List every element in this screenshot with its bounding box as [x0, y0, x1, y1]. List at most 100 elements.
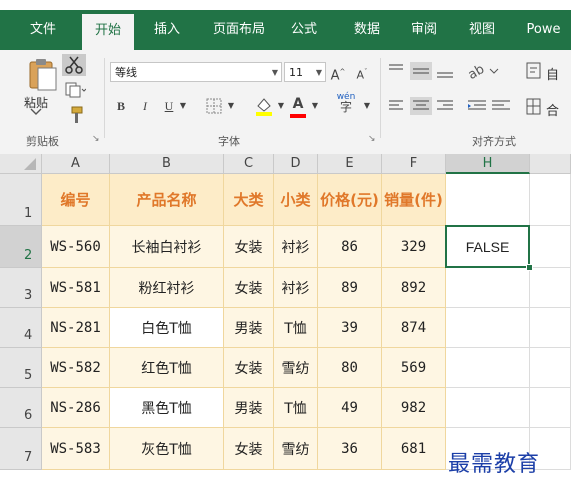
- indent-icons[interactable]: [466, 96, 514, 118]
- header-product-name[interactable]: 产品名称: [110, 174, 224, 226]
- header-subcategory[interactable]: 小类: [274, 174, 318, 226]
- tab-4[interactable]: 公式: [282, 10, 326, 50]
- select-all-corner[interactable]: [0, 154, 42, 174]
- cell-price[interactable]: 86: [318, 226, 382, 268]
- format-painter-icon[interactable]: [64, 106, 84, 124]
- underline-button[interactable]: U: [162, 96, 176, 116]
- cell-category[interactable]: 女装: [224, 268, 274, 308]
- cell-empty[interactable]: [530, 388, 571, 428]
- paste-dropdown-icon[interactable]: [30, 108, 42, 116]
- row-header-5[interactable]: 5: [0, 348, 42, 388]
- cell-price[interactable]: 49: [318, 388, 382, 428]
- cell-product-name[interactable]: 红色T恤: [110, 348, 224, 388]
- font-name-combo[interactable]: 等线 ▼: [110, 62, 282, 82]
- cell-category[interactable]: 男装: [224, 308, 274, 348]
- wrap-text-label[interactable]: 自: [546, 64, 559, 83]
- cell-quantity[interactable]: 982: [382, 388, 446, 428]
- shrink-font-button[interactable]: Aˇ: [354, 62, 370, 82]
- chevron-down-icon[interactable]: ▼: [316, 63, 322, 83]
- cell-subcategory[interactable]: 雪纺: [274, 428, 318, 470]
- row-header-6[interactable]: 6: [0, 388, 42, 428]
- column-header-d[interactable]: D: [274, 154, 318, 174]
- cell-product-name[interactable]: 白色T恤: [110, 308, 224, 348]
- cell-product-name[interactable]: 灰色T恤: [110, 428, 224, 470]
- merge-center-label[interactable]: 合: [546, 100, 559, 119]
- cell-quantity[interactable]: 892: [382, 268, 446, 308]
- cell-subcategory[interactable]: T恤: [274, 388, 318, 428]
- tab-5[interactable]: 数据: [342, 10, 392, 50]
- tab-1[interactable]: 开始: [82, 14, 134, 50]
- row-header-3[interactable]: 3: [0, 268, 42, 308]
- column-header-b[interactable]: B: [110, 154, 224, 174]
- cell-product-name[interactable]: 黑色T恤: [110, 388, 224, 428]
- vertical-align-icons[interactable]: [386, 60, 458, 82]
- cell-code[interactable]: NS-286: [42, 388, 110, 428]
- copy-icon[interactable]: [64, 82, 86, 98]
- row-header-2[interactable]: 2: [0, 226, 42, 268]
- cell-h[interactable]: [446, 268, 530, 308]
- cell-h[interactable]: [446, 174, 530, 226]
- chevron-down-icon[interactable]: ▼: [178, 96, 188, 116]
- tab-2[interactable]: 插入: [144, 10, 190, 50]
- paste-icon[interactable]: [24, 56, 60, 92]
- cell-empty[interactable]: [530, 226, 571, 268]
- cell-category[interactable]: 男装: [224, 388, 274, 428]
- orientation-icon[interactable]: ab: [466, 60, 500, 82]
- cell-price[interactable]: 36: [318, 428, 382, 470]
- italic-button[interactable]: I: [138, 96, 152, 116]
- cell-empty[interactable]: [530, 174, 571, 226]
- cell-empty[interactable]: [530, 308, 571, 348]
- clipboard-launcher-icon[interactable]: ↘: [92, 134, 100, 144]
- wrap-text-icon[interactable]: [526, 62, 542, 80]
- cell-category[interactable]: 女装: [224, 226, 274, 268]
- cell-subcategory[interactable]: 衬衫: [274, 268, 318, 308]
- header-price[interactable]: 价格 (元): [318, 174, 382, 226]
- column-header-c[interactable]: C: [224, 154, 274, 174]
- chevron-down-icon[interactable]: ▼: [226, 96, 236, 116]
- column-header-a[interactable]: A: [42, 154, 110, 174]
- header-code[interactable]: 编号: [42, 174, 110, 226]
- chevron-down-icon[interactable]: ▼: [272, 63, 278, 83]
- font-color-button[interactable]: A: [290, 94, 306, 114]
- cell-code[interactable]: WS-582: [42, 348, 110, 388]
- cell-product-name[interactable]: 粉红衬衫: [110, 268, 224, 308]
- fill-handle[interactable]: [526, 264, 533, 271]
- row-header-7[interactable]: 7: [0, 428, 42, 470]
- grow-font-button[interactable]: A^: [330, 62, 346, 83]
- fill-color-icon[interactable]: [254, 96, 274, 116]
- tab-8[interactable]: Powe: [516, 10, 571, 50]
- cell-h[interactable]: [446, 388, 530, 428]
- chevron-down-icon[interactable]: ▼: [310, 96, 320, 116]
- cell-h[interactable]: [446, 308, 530, 348]
- merge-center-icon[interactable]: [526, 98, 542, 116]
- cell-code[interactable]: WS-560: [42, 226, 110, 268]
- cell-category[interactable]: 女装: [224, 348, 274, 388]
- cell-code[interactable]: WS-583: [42, 428, 110, 470]
- cell-quantity[interactable]: 874: [382, 308, 446, 348]
- chevron-down-icon[interactable]: ▼: [362, 96, 372, 116]
- tab-0[interactable]: 文件: [18, 10, 68, 50]
- cell-price[interactable]: 89: [318, 268, 382, 308]
- column-header-next[interactable]: [530, 154, 571, 174]
- cell-empty[interactable]: [530, 268, 571, 308]
- cell-product-name[interactable]: 长袖白衬衫: [110, 226, 224, 268]
- phonetic-guide-button[interactable]: wén 字: [334, 92, 358, 116]
- tab-6[interactable]: 审阅: [404, 10, 444, 50]
- select-all-icon[interactable]: [0, 154, 40, 172]
- cell-price[interactable]: 80: [318, 348, 382, 388]
- cut-icon[interactable]: [62, 54, 86, 76]
- chevron-down-icon[interactable]: ▼: [276, 96, 286, 116]
- bold-button[interactable]: B: [114, 96, 128, 116]
- cell-quantity[interactable]: 329: [382, 226, 446, 268]
- cell-price[interactable]: 39: [318, 308, 382, 348]
- cell-code[interactable]: NS-281: [42, 308, 110, 348]
- cell-subcategory[interactable]: 衬衫: [274, 226, 318, 268]
- column-header-f[interactable]: F: [382, 154, 446, 174]
- font-size-combo[interactable]: 11 ▼: [284, 62, 326, 82]
- cell-subcategory[interactable]: 雪纺: [274, 348, 318, 388]
- row-header-4[interactable]: 4: [0, 308, 42, 348]
- column-header-e[interactable]: E: [318, 154, 382, 174]
- row-header-1[interactable]: 1: [0, 174, 42, 226]
- cell-subcategory[interactable]: T恤: [274, 308, 318, 348]
- column-header-h[interactable]: H: [446, 154, 530, 174]
